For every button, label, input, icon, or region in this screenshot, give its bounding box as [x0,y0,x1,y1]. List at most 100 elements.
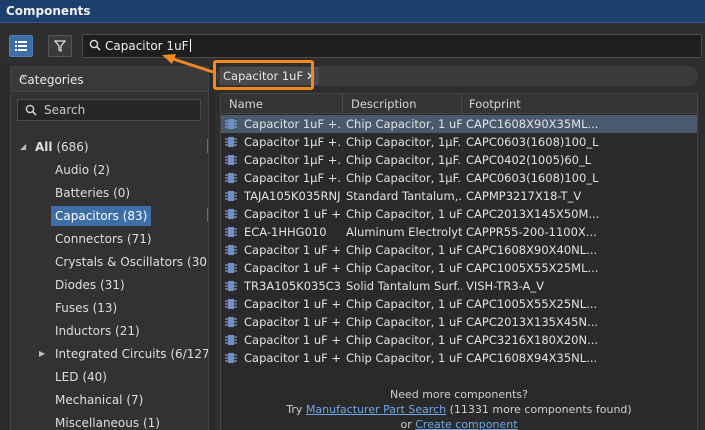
table-row[interactable]: TAJA105K035RNJ Standard Tantalum,... CAPMP… [221,187,697,205]
column-header-footprint[interactable]: Footprint [469,97,521,111]
category-item-diodes[interactable]: Diodes (31) [55,275,125,295]
table-row[interactable]: TR3A105K035C3... Solid Tantalum Surf... VI… [221,277,697,295]
component-icon [225,245,237,255]
cell-name: Capacitor 1 uF +... [244,243,342,257]
components-table: Name Description Footprint Capacitor 1uF… [220,93,698,430]
cell-name: Capacitor 1μF +... [244,153,342,167]
cell-name: TAJA105K035RNJ [244,189,341,203]
table-row[interactable]: ECA-1HHG010 Aluminum Electrolyt... CAPPR55… [221,223,697,241]
column-header-name[interactable]: Name [229,97,263,111]
table-row[interactable]: Capacitor 1uF +... Chip Capacitor, 1 uF..… [221,115,697,133]
list-view-button[interactable] [9,35,33,57]
category-item-fuses[interactable]: Fuses (13) [55,298,117,318]
table-row[interactable]: Capacitor 1 uF +... Chip Capacitor, 1 uF.… [221,241,697,259]
category-item-integrated-circuits[interactable]: Integrated Circuits (6/127) [55,344,208,364]
component-icon [225,137,237,147]
cell-footprint: CAPC1608X90X40NL... [466,243,598,257]
category-item-mechanical[interactable]: Mechanical (7) [55,390,143,410]
category-item-inductors[interactable]: Inductors (21) [55,321,140,341]
cell-description: Chip Capacitor, 1 uF... [346,261,462,275]
panel-title: Components [6,4,91,18]
need-more-text: Need more components? [389,388,529,401]
table-row[interactable]: Capacitor 1 uF +... Chip Capacitor, 1 uF.… [221,313,697,331]
cell-footprint: CAPC2013X135X45N... [466,315,599,329]
cell-footprint: CAPC1608X94X35NL... [466,351,598,365]
manufacturer-search-line: Try Manufacturer Part Search (11331 more… [286,403,632,416]
cell-description: Chip Capacitor, 1μF... [346,153,462,167]
category-item-connectors[interactable]: Connectors (71) [55,229,152,249]
cell-description: Aluminum Electrolyt... [346,225,462,239]
manufacturer-part-search-link[interactable]: Manufacturer Part Search [306,403,446,416]
cell-name: Capacitor 1 uF +... [244,315,342,329]
create-component-link[interactable]: Create component [415,418,517,430]
search-icon [89,39,101,51]
panel-title-bar: Components [0,0,705,23]
table-row[interactable]: Capacitor 1 uF +... Chip Capacitor, 1 uF.… [221,349,697,367]
table-row[interactable]: Capacitor 1μF +... Chip Capacitor, 1μF...… [221,151,697,169]
table-row[interactable]: Capacitor 1μF +... Chip Capacitor, 1μF...… [221,169,697,187]
filter-icon [54,40,66,52]
component-icon [225,299,237,309]
collapsed-arrow-icon[interactable]: ▶ [39,349,45,358]
cell-footprint: CAPMP3217X18-T_V [466,189,582,203]
tree-scroll-marker [207,208,208,222]
component-icon [225,119,237,129]
table-row[interactable]: Capacitor 1 uF +... Chip Capacitor, 1 uF.… [221,205,697,223]
component-icon [225,335,237,345]
callout-arrow-icon [162,54,214,74]
results-panel: Capacitor 1uF ✕ Name Description Footprin… [216,66,705,430]
list-icon [15,41,27,51]
search-icon [25,104,37,116]
search-value: Capacitor 1uF [105,39,189,53]
cell-description: Chip Capacitor, 1μF... [346,171,462,185]
component-icon [225,191,237,201]
cell-description: Chip Capacitor, 1 uF... [346,351,462,365]
component-icon [225,227,237,237]
cell-footprint: CAPC1608X90X35ML... [466,117,599,131]
create-component-line: or Create component [400,418,518,430]
toolbar: Capacitor 1uF [0,23,705,65]
cell-footprint: CAPPR55-200-1100X... [466,225,597,239]
cell-footprint: CAPC0603(1608)100_L [466,171,599,185]
component-icon [225,263,237,273]
cell-description: Solid Tantalum Surf... [346,279,462,293]
cell-description: Chip Capacitor, 1 uF... [346,243,462,257]
column-header-description[interactable]: Description [351,97,417,111]
category-item-audio[interactable]: Audio (2) [55,160,110,180]
table-header: Name Description Footprint [221,94,697,114]
filter-chip-highlight [213,60,314,90]
cell-footprint: CAPC1005X55X25ML... [466,261,599,275]
category-item-miscellaneous[interactable]: Miscellaneous (1) [55,413,160,430]
table-row[interactable]: Capacitor 1 uF +... Chip Capacitor, 1 uF.… [221,295,697,313]
cell-footprint: CAPC1005X55X25NL... [466,297,598,311]
table-row[interactable]: Capacitor 1 uF +... Chip Capacitor, 1 uF.… [221,331,697,349]
category-item-batteries[interactable]: Batteries (0) [55,183,130,203]
category-item-led[interactable]: LED (40) [55,367,107,387]
cell-name: TR3A105K035C3... [244,279,342,293]
cell-name: Capacitor 1 uF +... [244,261,342,275]
component-icon [225,155,237,165]
cell-description: Chip Capacitor, 1μF... [346,135,462,149]
component-icon [225,281,237,291]
cell-footprint: VISH-TR3-A_V [466,279,545,293]
filter-button[interactable] [48,35,72,57]
expanded-arrow-icon[interactable]: ◢ [20,142,26,151]
table-row[interactable]: Capacitor 1μF +... Chip Capacitor, 1μF...… [221,133,697,151]
category-item-all[interactable]: All (686) [35,137,89,157]
cell-name: Capacitor 1μF +... [244,171,342,185]
cell-footprint: CAPC2013X145X50M... [466,207,600,221]
cell-description: Chip Capacitor, 1 uF... [346,333,462,347]
category-item-capacitors[interactable]: Capacitors (83) [51,206,152,226]
cell-name: Capacitor 1μF +... [244,135,342,149]
cell-description: Chip Capacitor, 1 uF... [346,117,462,131]
category-item-crystals[interactable]: Crystals & Oscillators (30) [55,252,208,272]
table-row[interactable]: Capacitor 1 uF +... Chip Capacitor, 1 uF.… [221,259,697,277]
categories-panel: Categories « Search ◢ All (686) Audio (2… [10,66,209,430]
cell-name: Capacitor 1 uF +... [244,351,342,365]
cell-name: Capacitor 1 uF +... [244,207,342,221]
cell-name: ECA-1HHG010 [244,225,327,239]
component-icon [225,353,237,363]
cell-description: Chip Capacitor, 1 uF... [346,315,462,329]
category-search-input[interactable]: Search [17,99,201,121]
tree-scroll-marker [207,139,208,153]
